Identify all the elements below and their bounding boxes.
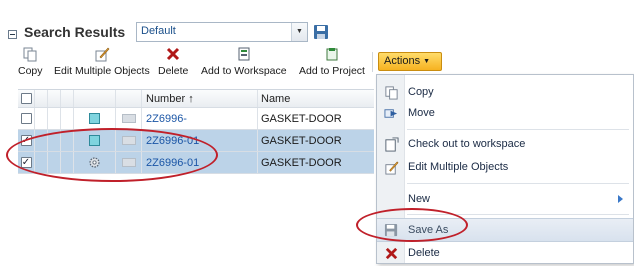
annotation-oval-selected-rows — [6, 128, 218, 182]
part-name: GASKET-DOOR — [261, 134, 342, 147]
add-to-project-button[interactable]: Add to Project — [299, 46, 365, 77]
part-name: GASKET-DOOR — [261, 156, 342, 169]
delete-button[interactable]: Delete — [158, 46, 188, 77]
menu-item-move[interactable]: Move — [377, 102, 633, 126]
copy-icon — [23, 47, 37, 62]
edit-icon — [95, 47, 110, 62]
toolbar: Copy Edit Multiple Objects Delete Add to… — [18, 46, 372, 88]
sort-ascending-icon: ↑ — [188, 92, 194, 105]
edit-icon — [385, 161, 399, 175]
part-name: GASKET-DOOR — [261, 112, 342, 125]
delete-icon — [167, 47, 180, 61]
view-select[interactable]: Default ▼ — [136, 22, 308, 42]
menu-item-checkout[interactable]: Check out to workspace — [377, 133, 633, 157]
column-header-number[interactable]: Number ↑ — [142, 90, 258, 107]
column-header-name[interactable]: Name — [258, 90, 374, 107]
caret-down-icon: ▼ — [423, 57, 431, 65]
menu-item-delete[interactable]: Delete — [377, 242, 633, 266]
copy-button[interactable]: Copy — [18, 46, 43, 77]
project-icon — [326, 48, 338, 61]
menu-divider — [407, 183, 629, 184]
save-icon[interactable] — [313, 24, 329, 40]
edit-multiple-objects-button[interactable]: Edit Multiple Objects — [54, 46, 150, 77]
add-to-workspace-button[interactable]: Add to Workspace — [201, 46, 287, 77]
select-all-checkbox[interactable] — [20, 93, 32, 104]
chevron-down-icon[interactable]: ▼ — [291, 23, 307, 41]
delete-icon — [385, 247, 398, 260]
view-select-value: Default — [141, 25, 176, 37]
page-title: Search Results — [24, 24, 126, 40]
part-number-link[interactable]: 2Z6996- — [146, 113, 187, 125]
table-row[interactable]: 2Z6996- GASKET-DOOR — [18, 108, 374, 130]
workspace-icon — [238, 47, 250, 61]
annotation-oval-save-as — [356, 208, 468, 242]
part-icon — [89, 113, 100, 124]
submenu-arrow-icon — [618, 195, 623, 203]
thumbnail-icon[interactable] — [121, 114, 136, 123]
toolbar-divider — [372, 52, 373, 72]
checkout-icon — [385, 137, 399, 152]
move-icon — [384, 109, 398, 118]
copy-icon — [385, 86, 398, 100]
actions-menu-button[interactable]: Actions ▼ — [378, 52, 442, 71]
table-header: Number ↑ Name — [18, 89, 374, 108]
collapse-toggle-icon[interactable] — [8, 30, 17, 39]
row-checkbox[interactable] — [20, 113, 32, 124]
menu-divider — [407, 129, 629, 130]
menu-item-edit-multiple[interactable]: Edit Multiple Objects — [377, 156, 633, 180]
